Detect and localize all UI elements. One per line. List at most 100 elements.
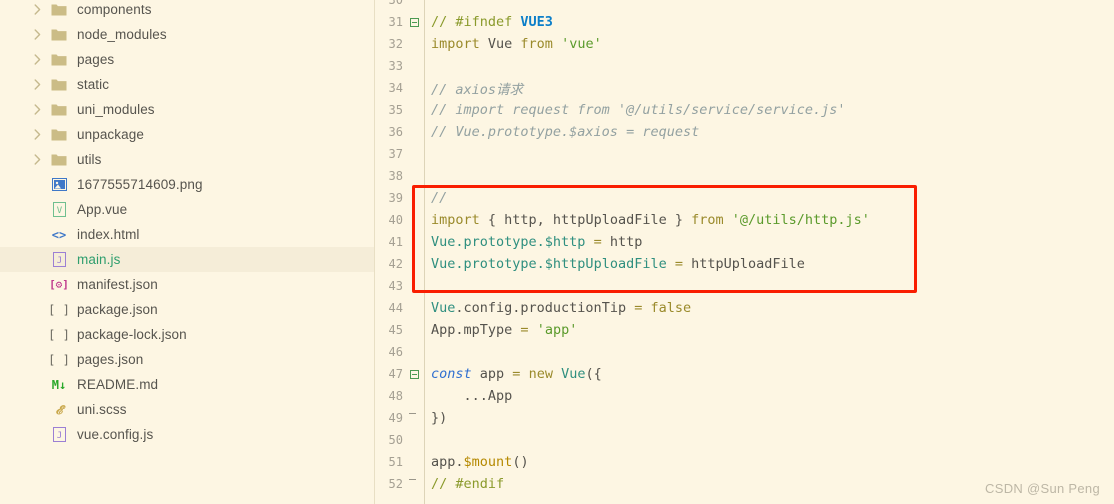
code-line-44[interactable]: 44 Vue.config.productionTip = false	[375, 297, 1114, 319]
tree-item-package-json[interactable]: [ ] package.json	[0, 297, 374, 322]
tree-item-label: manifest.json	[77, 277, 158, 292]
chevron-right-icon[interactable]	[28, 54, 46, 65]
file-tree[interactable]: components node_modulespages static uni_mod…	[0, 0, 374, 447]
markdown-file-icon: M↓	[48, 376, 70, 394]
json-file-icon: [ ]	[48, 301, 70, 319]
tree-item-static[interactable]: static	[0, 72, 374, 97]
code-token: .	[455, 454, 464, 470]
code-token: Vue	[487, 36, 521, 52]
code-line-40[interactable]: 40 import { http, httpUploadFile } from '…	[375, 209, 1114, 231]
code-token: =	[634, 300, 651, 316]
line-number: 30	[388, 0, 403, 7]
tree-item-uni-scss[interactable]: 𝓔uni.scss	[0, 397, 374, 422]
code-line-46[interactable]: 46	[375, 341, 1114, 363]
code-line-39[interactable]: 39 //	[375, 187, 1114, 209]
code-token: Vue	[431, 300, 456, 316]
folder-icon	[48, 126, 70, 144]
code-token: .mpType	[455, 322, 521, 338]
tree-item-readme-md[interactable]: M↓ README.md	[0, 372, 374, 397]
code-token: app	[431, 454, 456, 470]
code-line-37[interactable]: 37	[375, 143, 1114, 165]
code-line-32[interactable]: 32 import Vue from 'vue'	[375, 33, 1114, 55]
code-line-48[interactable]: 48 ...App	[375, 385, 1114, 407]
vue-file-icon-glyph: V	[52, 202, 66, 217]
folder-icon-glyph	[51, 54, 67, 66]
chevron-right-icon[interactable]	[28, 129, 46, 140]
tree-item-utils[interactable]: utils	[0, 147, 374, 172]
code-line-35[interactable]: 35 // import request from '@/utils/servic…	[375, 99, 1114, 121]
chevron-right-icon[interactable]	[28, 29, 46, 40]
code-line-51[interactable]: 51 app.$mount()	[375, 451, 1114, 473]
code-token: =	[520, 322, 537, 338]
code-line-text: app.$mount()	[423, 454, 529, 470]
code-line-30[interactable]: 30	[375, 0, 1114, 11]
code-line-38[interactable]: 38	[375, 165, 1114, 187]
folder-icon-glyph	[51, 4, 67, 16]
chevron-right-icon[interactable]	[28, 4, 46, 15]
line-number: 42	[388, 257, 403, 271]
code-editor[interactable]: 30 31 // #ifndef VUE3 32 import Vue from 'vu…	[375, 0, 1114, 504]
tree-item-pages-json[interactable]: [ ] pages.json	[0, 347, 374, 372]
code-line-45[interactable]: 45 App.mpType = 'app'	[375, 319, 1114, 341]
manifest-file-icon-glyph: [⚙]	[49, 278, 69, 291]
fold-collapse-icon[interactable]	[405, 17, 423, 27]
tree-item-label: pages	[77, 52, 115, 67]
code-line-41[interactable]: 41 Vue.prototype.$http = http	[375, 231, 1114, 253]
code-line-49[interactable]: 49})	[375, 407, 1114, 429]
line-number: 47	[388, 367, 403, 381]
tree-item-main-js[interactable]: Jmain.js	[0, 247, 374, 272]
fold-collapse-icon[interactable]	[405, 369, 423, 379]
code-line-34[interactable]: 34 // axios请求	[375, 77, 1114, 99]
code-token: import	[431, 36, 488, 52]
code-line-33[interactable]: 33	[375, 55, 1114, 77]
manifest-file-icon: [⚙]	[48, 276, 70, 294]
tree-item-manifest-json[interactable]: [⚙] manifest.json	[0, 272, 374, 297]
tree-item-label: package.json	[77, 302, 158, 317]
code-token: ()	[512, 454, 529, 470]
code-line-text: import { http, httpUploadFile } from '@/…	[423, 212, 870, 228]
tree-item-1677555714609-png[interactable]: 1677555714609.png	[0, 172, 374, 197]
tree-item-package-lock-json[interactable]: [ ] package-lock.json	[0, 322, 374, 347]
tree-item-node-modules[interactable]: node_modules	[0, 22, 374, 47]
image-file-icon	[48, 176, 70, 194]
tree-item-label: README.md	[77, 377, 159, 392]
tree-item-index-html[interactable]: <> index.html	[0, 222, 374, 247]
chevron-right-icon[interactable]	[28, 104, 46, 115]
code-token: 'app'	[536, 322, 578, 338]
code-token: from	[691, 212, 732, 228]
tree-item-app-vue[interactable]: V App.vue	[0, 197, 374, 222]
folder-icon	[48, 151, 70, 169]
chevron-right-icon[interactable]	[28, 154, 46, 165]
code-line-42[interactable]: 42 Vue.prototype.$httpUploadFile = httpUp…	[375, 253, 1114, 275]
code-line-31[interactable]: 31 // #ifndef VUE3	[375, 11, 1114, 33]
tree-item-components[interactable]: components	[0, 0, 374, 22]
code-token: //	[431, 190, 448, 206]
code-line-text: //	[423, 190, 447, 206]
line-number: 49	[388, 411, 403, 425]
folder-icon	[48, 76, 70, 94]
json-file-icon: [ ]	[48, 351, 70, 369]
tree-item-vue-config-js[interactable]: Jvue.config.js	[0, 422, 374, 447]
code-token: httpUploadFile	[691, 256, 805, 272]
code-line-text: App.mpType = 'app'	[423, 322, 577, 338]
code-line-47[interactable]: 47 const app = new Vue({	[375, 363, 1114, 385]
code-token: Vue	[561, 366, 586, 382]
code-line-36[interactable]: 36 // Vue.prototype.$axios = request	[375, 121, 1114, 143]
code-token: $httpUploadFile	[544, 256, 675, 272]
code-line-text: ...App	[423, 388, 513, 404]
code-content[interactable]: 30 31 // #ifndef VUE3 32 import Vue from 'vu…	[375, 0, 1114, 504]
code-line-text: // #ifndef VUE3	[423, 14, 553, 30]
code-line-50[interactable]: 50	[375, 429, 1114, 451]
tree-item-pages[interactable]: pages	[0, 47, 374, 72]
code-line-43[interactable]: 43	[375, 275, 1114, 297]
line-number: 40	[388, 213, 403, 227]
tree-item-uni-modules[interactable]: uni_modules	[0, 97, 374, 122]
chevron-right-icon[interactable]	[28, 79, 46, 90]
file-explorer-sidebar[interactable]: components node_modulespages static uni_mod…	[0, 0, 375, 504]
line-number: 35	[388, 103, 403, 117]
code-line-text: // axios请求	[423, 78, 523, 98]
code-token: 'vue'	[561, 36, 602, 52]
code-token: $mount	[463, 454, 513, 470]
tree-item-unpackage[interactable]: unpackage	[0, 122, 374, 147]
code-token: new	[528, 366, 562, 382]
